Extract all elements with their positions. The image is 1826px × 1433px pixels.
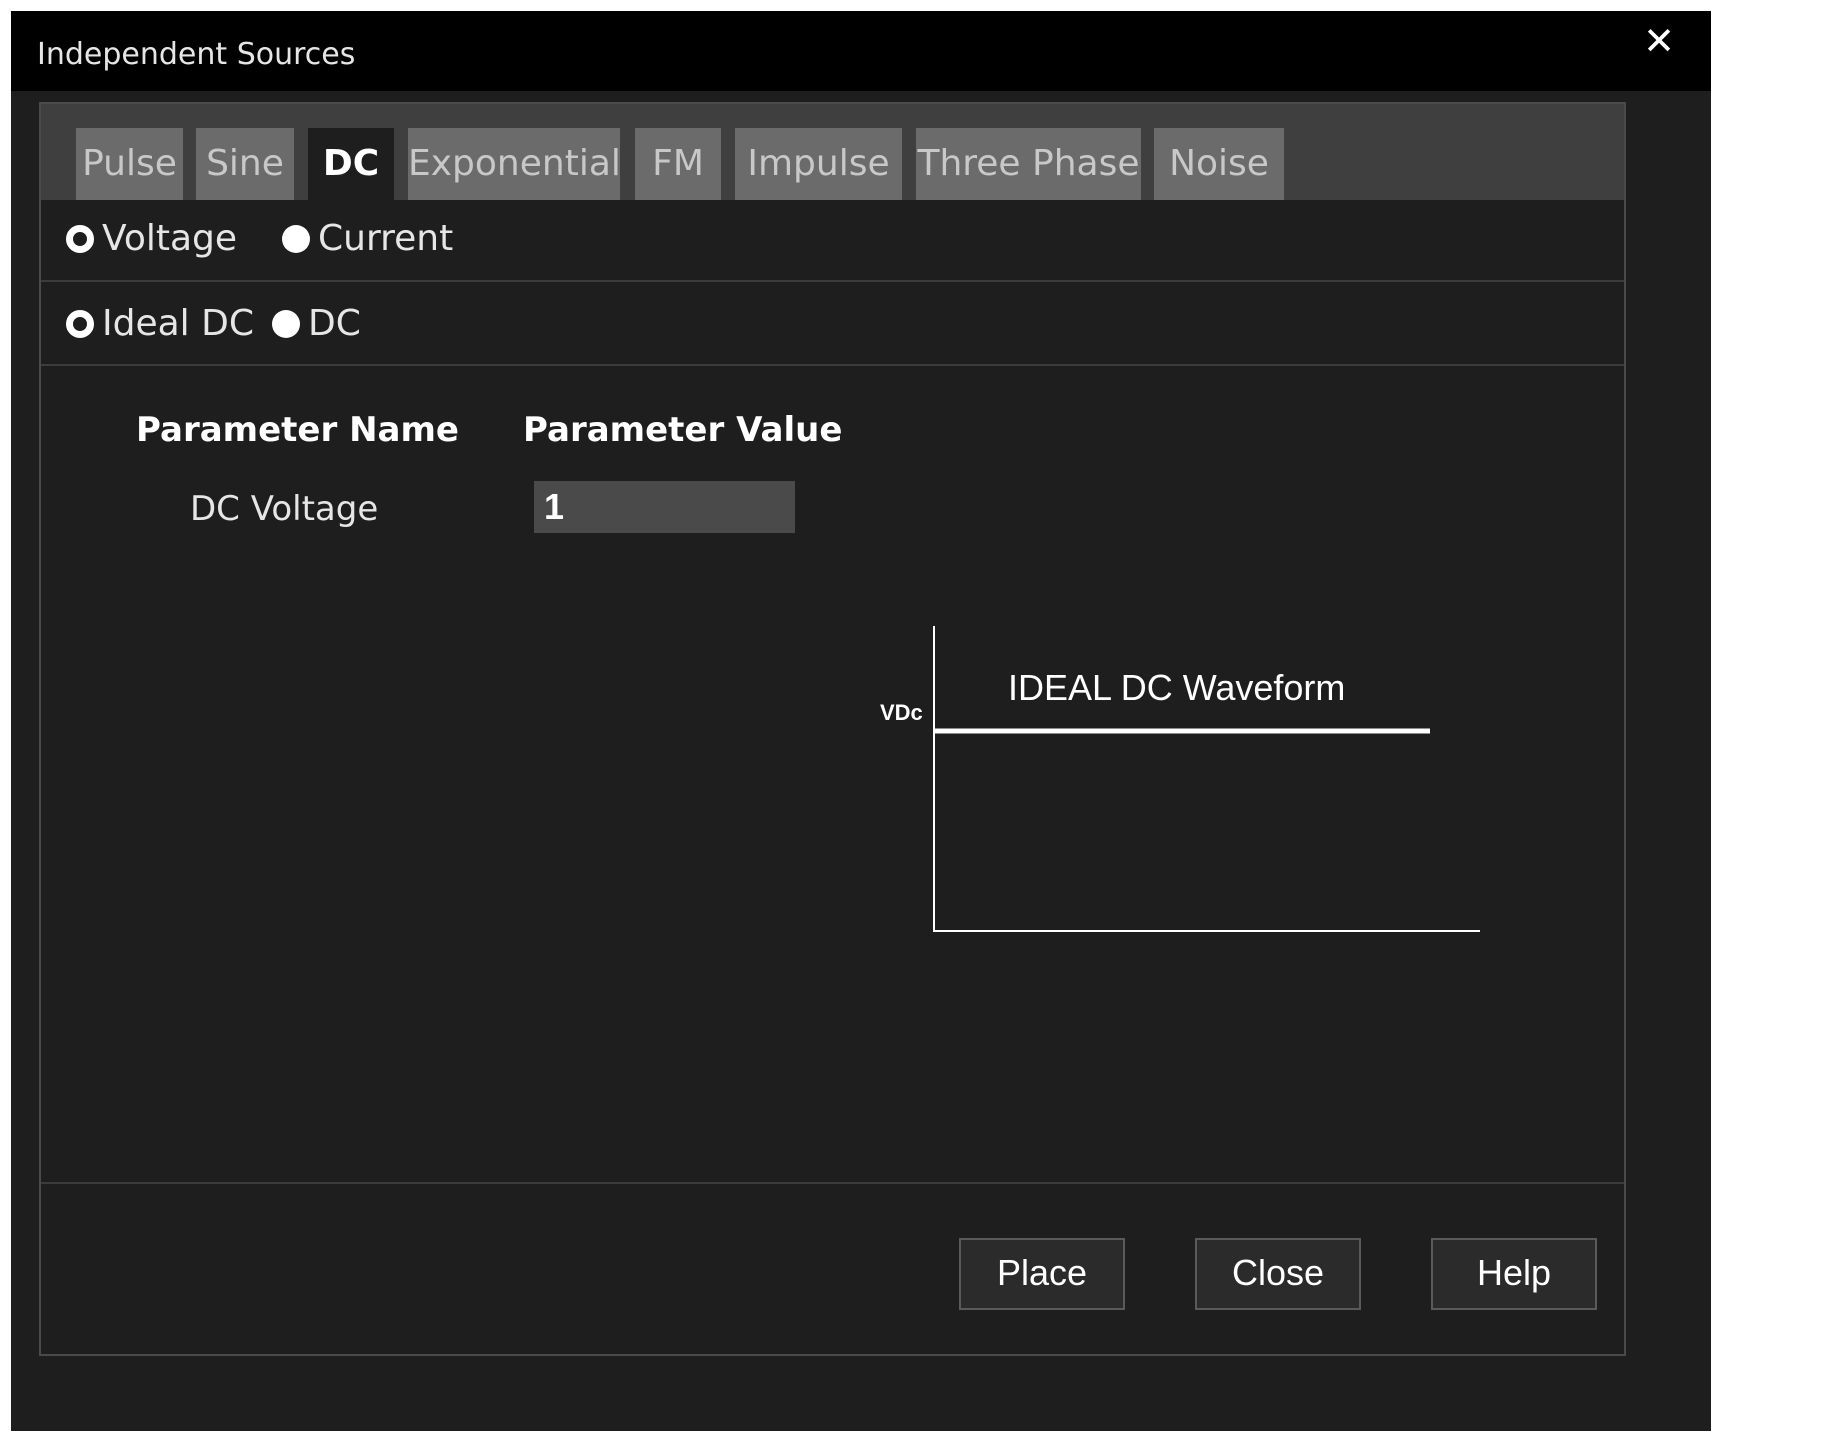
title-bar[interactable]: Independent Sources ✕ bbox=[11, 11, 1711, 91]
radio-unselected-icon bbox=[272, 309, 300, 338]
radio-voltage-label: Voltage bbox=[102, 218, 238, 259]
tab-sine[interactable]: Sine bbox=[196, 128, 294, 200]
close-button[interactable]: Close bbox=[1195, 1238, 1361, 1310]
help-button[interactable]: Help bbox=[1431, 1238, 1597, 1310]
tab-noise[interactable]: Noise bbox=[1154, 128, 1284, 200]
radio-dc[interactable]: DC bbox=[272, 303, 361, 344]
radio-selected-icon bbox=[66, 309, 94, 338]
radio-ideal-dc-label: Ideal DC bbox=[102, 303, 254, 344]
tab-fm[interactable]: FM bbox=[635, 128, 721, 200]
parameter-value-header: Parameter Value bbox=[523, 410, 843, 450]
radio-current-label: Current bbox=[318, 218, 454, 259]
dc-voltage-label: DC Voltage bbox=[190, 489, 379, 529]
radio-voltage[interactable]: Voltage bbox=[66, 218, 237, 259]
radio-unselected-icon bbox=[282, 224, 310, 253]
place-button[interactable]: Place bbox=[959, 1238, 1125, 1310]
radio-selected-icon bbox=[66, 224, 94, 253]
tab-impulse[interactable]: Impulse bbox=[735, 128, 902, 200]
footer-separator bbox=[41, 1182, 1624, 1184]
radio-ideal-dc[interactable]: Ideal DC bbox=[66, 303, 254, 344]
tab-three-phase[interactable]: Three Phase bbox=[916, 128, 1141, 200]
ideal-dc-waveform-diagram: IDEAL DC Waveform VDc bbox=[880, 626, 1480, 932]
close-icon[interactable]: ✕ bbox=[1639, 21, 1679, 61]
dc-voltage-input[interactable] bbox=[534, 481, 795, 533]
window-title: Independent Sources bbox=[37, 37, 356, 72]
parameter-name-header: Parameter Name bbox=[136, 410, 459, 450]
radio-dc-label: DC bbox=[308, 303, 361, 344]
waveform-title: IDEAL DC Waveform bbox=[1008, 667, 1345, 708]
waveform-y-label: VDc bbox=[880, 700, 923, 725]
tab-pulse[interactable]: Pulse bbox=[76, 128, 183, 200]
tab-dc[interactable]: DC bbox=[308, 128, 394, 200]
radio-current[interactable]: Current bbox=[282, 218, 453, 259]
tab-exponential[interactable]: Exponential bbox=[408, 128, 621, 200]
source-type-row bbox=[41, 200, 1624, 282]
